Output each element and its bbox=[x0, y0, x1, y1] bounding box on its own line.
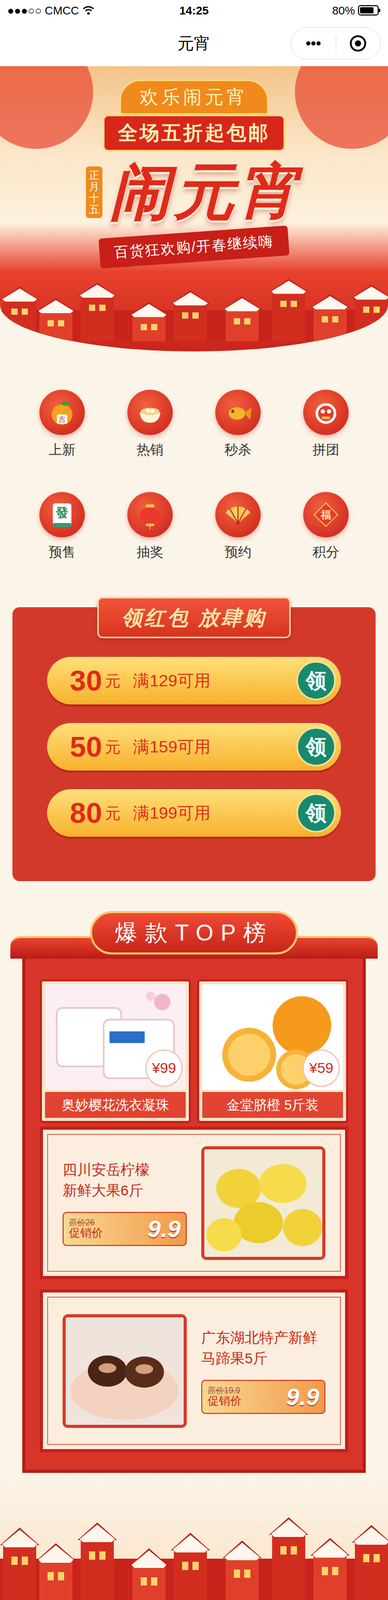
deal-card[interactable]: 广东湖北特产新鲜马蹄果5斤原价19.9促销价 9.9 bbox=[39, 1290, 349, 1454]
fu-icon[interactable]: 福 bbox=[303, 492, 349, 539]
claim-button[interactable]: 领 bbox=[296, 661, 336, 701]
coupon-unit: 元 bbox=[105, 736, 121, 760]
coupon-title: 领红包 放肆购 bbox=[121, 602, 266, 634]
promo-text: 全场五折起包邮 bbox=[117, 122, 271, 144]
category-section: 吉上新热销秒杀拼团發预售抽奖预约福积分 bbox=[0, 351, 388, 608]
wifi-icon bbox=[82, 5, 95, 16]
promo-box: 全场五折起包邮 bbox=[102, 114, 286, 152]
category-label[interactable]: 预约 bbox=[224, 544, 252, 561]
tagline-box: 欢乐闹元宵 bbox=[119, 79, 269, 115]
more-button[interactable]: ••• bbox=[291, 32, 336, 55]
pudding-icon[interactable] bbox=[127, 390, 173, 436]
date-badge: 正月十五 bbox=[85, 166, 103, 219]
category-label[interactable]: 热销 bbox=[136, 441, 164, 459]
category-label[interactable]: 积分 bbox=[312, 544, 340, 561]
original-price: 原价19.9 bbox=[207, 1387, 242, 1397]
page-title: 元宵 bbox=[177, 34, 211, 53]
product-photo bbox=[201, 1147, 326, 1262]
close-target-icon[interactable] bbox=[348, 34, 368, 53]
price-tag: 原价26促销价 9.9 bbox=[62, 1213, 187, 1248]
product-name: 金堂脐橙 5斤装 bbox=[226, 1096, 319, 1117]
banner-title: 闹元宵 bbox=[109, 158, 303, 227]
price-bubble: ¥99 bbox=[145, 1050, 183, 1088]
category-item[interactable]: 预约 bbox=[194, 492, 282, 561]
coupon-condition: 满159可用 bbox=[132, 735, 211, 760]
price-bubble: ¥59 bbox=[302, 1050, 340, 1088]
fish-icon[interactable] bbox=[215, 390, 261, 436]
deal-price: 9.9 bbox=[286, 1386, 320, 1411]
product-photo: ¥99 bbox=[45, 985, 186, 1092]
category-label[interactable]: 拼团 bbox=[312, 441, 340, 459]
coupon-amount: 50 bbox=[69, 733, 102, 763]
promo-label: 促销价 bbox=[68, 1228, 103, 1241]
category-label[interactable]: 抽奖 bbox=[136, 544, 164, 561]
product-name: 奥妙樱花洗衣凝珠 bbox=[61, 1096, 170, 1117]
product-card[interactable]: ¥59 金堂脐橙 5斤装 bbox=[197, 980, 349, 1125]
coupon-amount: 30 bbox=[69, 666, 102, 696]
category-item[interactable]: 發预售 bbox=[18, 492, 107, 561]
category-item[interactable]: 福积分 bbox=[281, 492, 370, 561]
deal-name: 广东湖北特产新鲜马蹄果5斤 bbox=[201, 1329, 321, 1370]
top-frame: ¥99奥妙樱花洗衣凝珠¥59金堂脐橙 5斤装四川安岳柠檬新鲜大果6斤原价26促销… bbox=[22, 959, 366, 1475]
product-price: ¥99 bbox=[152, 1058, 177, 1081]
coupon-condition: 满129可用 bbox=[132, 668, 211, 694]
fan-icon[interactable] bbox=[215, 492, 261, 539]
deal-price: 9.9 bbox=[147, 1218, 181, 1243]
category-item[interactable]: 拼团 bbox=[281, 390, 370, 459]
category-item[interactable]: 吉上新 bbox=[18, 390, 107, 459]
orange-icon[interactable]: 吉 bbox=[39, 390, 85, 436]
clock: 14:25 bbox=[179, 4, 209, 18]
mahjong-icon[interactable]: 發 bbox=[39, 492, 85, 539]
coupon-amount: 80 bbox=[69, 799, 102, 829]
date-text: 正月十五 bbox=[88, 169, 100, 216]
coupon-unit: 元 bbox=[105, 802, 121, 826]
lantern-icon[interactable] bbox=[127, 492, 173, 539]
carrier: ●●●○○ CMCC bbox=[7, 2, 80, 20]
claim-label[interactable]: 领 bbox=[305, 665, 327, 697]
category-label[interactable]: 预售 bbox=[48, 544, 76, 561]
product-price: ¥59 bbox=[309, 1058, 334, 1081]
coupon: 80元满199可用 领 bbox=[47, 789, 341, 838]
claim-label[interactable]: 领 bbox=[305, 732, 327, 764]
battery-level: 80% bbox=[332, 2, 355, 20]
status-bar: ●●●○○ CMCC 14:25 80% bbox=[0, 0, 388, 21]
price-tag: 原价19.9促销价 9.9 bbox=[201, 1381, 326, 1416]
top-header: 爆款TOP榜 bbox=[0, 902, 388, 960]
capsule-menu: ••• bbox=[290, 27, 381, 60]
promo-label: 促销价 bbox=[207, 1396, 242, 1409]
product-photo: ¥59 bbox=[202, 985, 343, 1092]
battery-icon bbox=[357, 5, 381, 16]
nav-bar: 元宵 ••• bbox=[0, 20, 388, 67]
category-label[interactable]: 上新 bbox=[48, 441, 76, 459]
coupon-condition: 满199可用 bbox=[132, 801, 211, 827]
tagline: 欢乐闹元宵 bbox=[139, 86, 249, 108]
deal-name: 四川安岳柠檬新鲜大果6斤 bbox=[62, 1160, 158, 1202]
icon-glyph: 吉 bbox=[56, 414, 68, 425]
banner: 欢乐闹元宵全场五折起包邮正月十五闹元宵百货狂欢购/开春继续嗨 bbox=[0, 66, 388, 352]
category-item[interactable]: 热销 bbox=[106, 390, 194, 459]
bottom-decoration bbox=[0, 1474, 388, 1600]
product-photo bbox=[62, 1315, 187, 1430]
category-item[interactable]: 秒杀 bbox=[194, 390, 282, 459]
more-label[interactable]: ••• bbox=[305, 35, 321, 52]
coupon: 30元满129可用 领 bbox=[47, 657, 341, 706]
lion-icon[interactable] bbox=[303, 390, 349, 436]
category-item[interactable]: 抽奖 bbox=[106, 492, 194, 561]
claim-button[interactable]: 领 bbox=[296, 794, 336, 834]
coupon-heading: 领红包 放肆购 bbox=[97, 597, 291, 639]
coupon-panel: 领红包 放肆购30元满129可用领50元满159可用领80元满199可用领 bbox=[12, 607, 376, 883]
deal-card[interactable]: 四川安岳柠檬新鲜大果6斤原价26促销价 9.9 bbox=[39, 1127, 349, 1281]
claim-label[interactable]: 领 bbox=[305, 798, 327, 830]
slogan: 百货狂欢购/开春继续嗨 bbox=[113, 233, 275, 261]
icon-glyph: 福 bbox=[320, 510, 332, 521]
top-title: 爆款TOP榜 bbox=[114, 916, 274, 951]
coupon: 50元满159可用 领 bbox=[47, 723, 341, 772]
original-price: 原价26 bbox=[68, 1219, 103, 1229]
claim-button[interactable]: 领 bbox=[296, 727, 336, 768]
product-card[interactable]: ¥99 奥妙樱花洗衣凝珠 bbox=[39, 980, 191, 1125]
icon-glyph: 發 bbox=[55, 506, 69, 520]
coupon-unit: 元 bbox=[105, 669, 121, 694]
category-label[interactable]: 秒杀 bbox=[224, 441, 252, 459]
